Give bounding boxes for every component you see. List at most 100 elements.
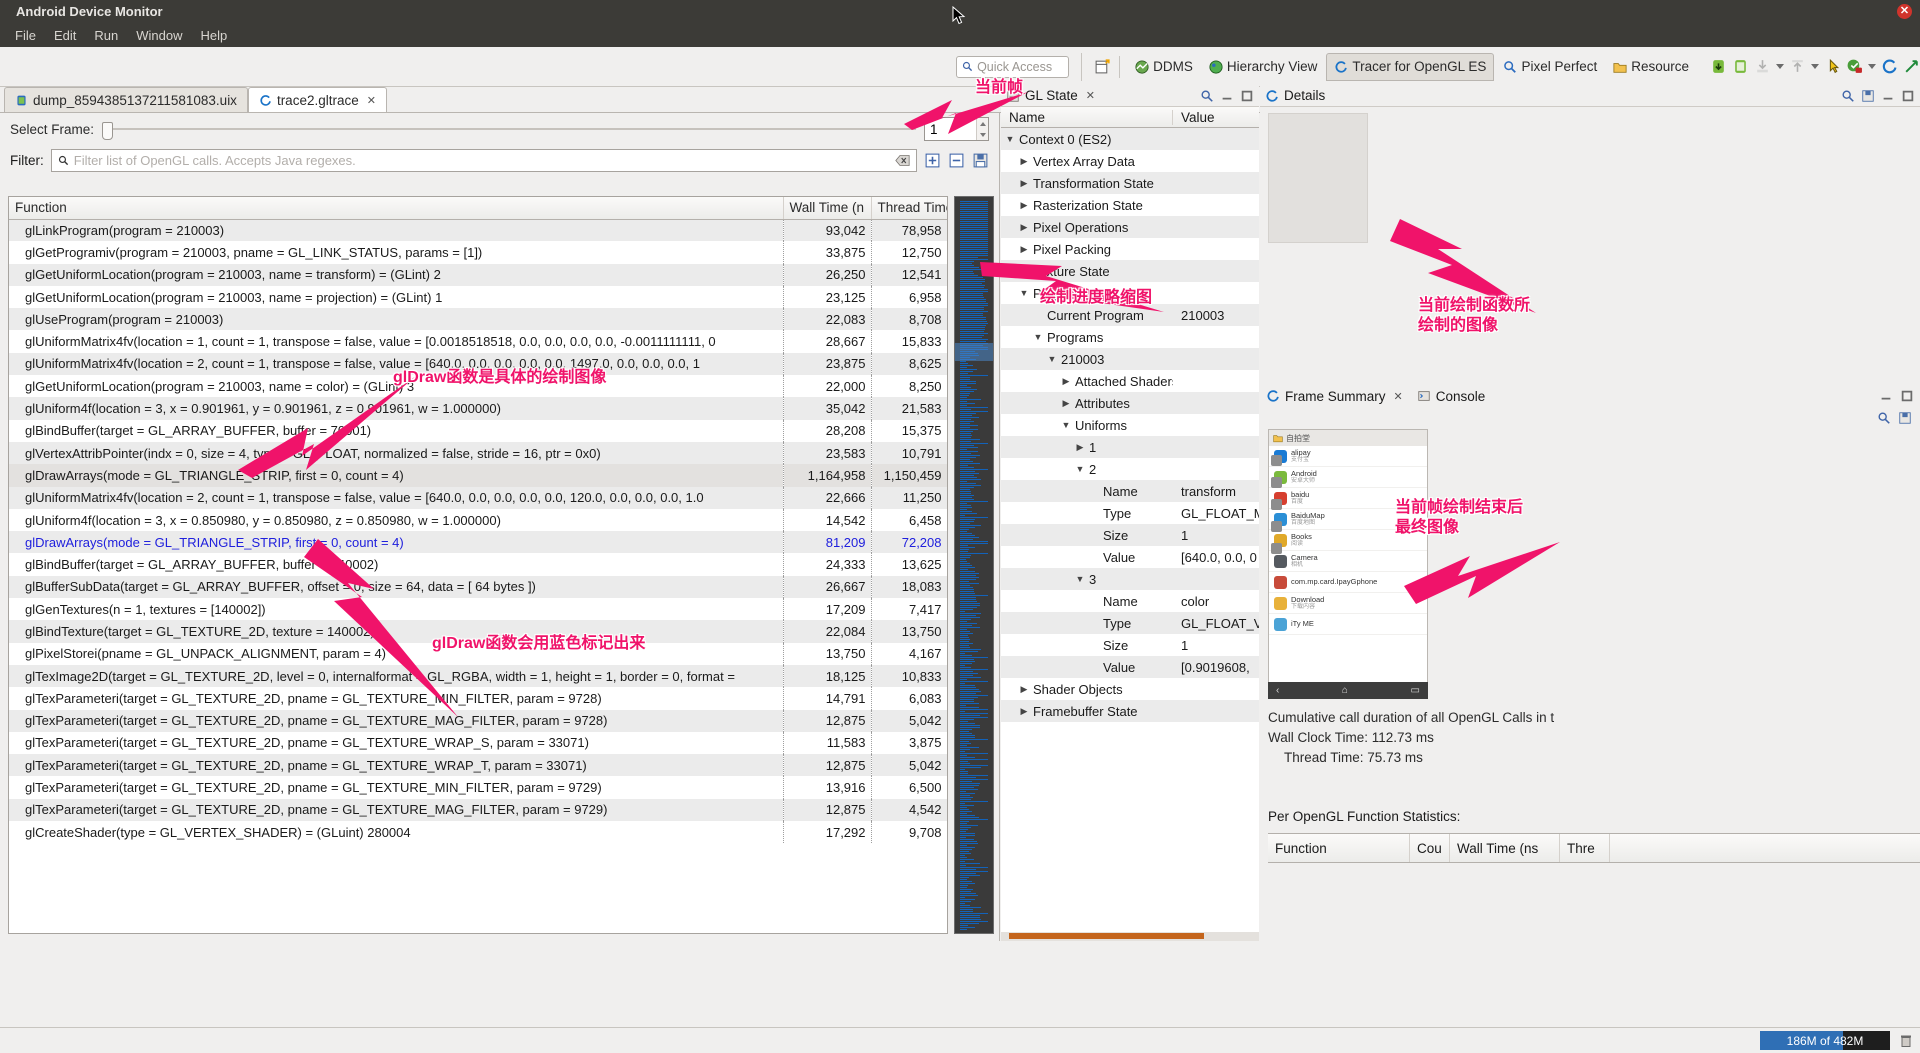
quick-access-box[interactable]: Quick Access: [956, 56, 1069, 78]
table-row[interactable]: glDrawArrays(mode = GL_TRIANGLE_STRIP, f…: [9, 531, 947, 553]
gl-state-tree-row[interactable]: ▶Transformation State: [1001, 172, 1259, 194]
clear-icon[interactable]: [895, 154, 910, 167]
gl-state-tree-row[interactable]: ▶Attached Shaders: [1001, 370, 1259, 392]
maximize-icon-frame-summary[interactable]: [1900, 389, 1914, 403]
caret-down-icon[interactable]: [1776, 64, 1784, 69]
column-header-function[interactable]: Function: [9, 197, 783, 219]
chevron-right-icon[interactable]: ▶: [1019, 200, 1029, 211]
perspective-ddms[interactable]: DDMS: [1128, 53, 1200, 81]
gl-state-tree-row[interactable]: ▶Attributes: [1001, 392, 1259, 414]
table-row[interactable]: glBindBuffer(target = GL_ARRAY_BUFFER, b…: [9, 420, 947, 442]
table-row[interactable]: glGetUniformLocation(program = 210003, n…: [9, 286, 947, 308]
device-screen-icon[interactable]: [1732, 58, 1749, 75]
maximize-icon-details[interactable]: [1901, 89, 1915, 103]
back-icon[interactable]: ‹: [1276, 685, 1279, 696]
gl-state-tree-row[interactable]: ▼3: [1001, 568, 1259, 590]
minimize-icon[interactable]: [1220, 89, 1234, 103]
table-row[interactable]: glVertexAttribPointer(indx = 0, size = 4…: [9, 442, 947, 464]
table-row[interactable]: glUniformMatrix4fv(location = 1, count =…: [9, 330, 947, 352]
menu-item-window[interactable]: Window: [127, 26, 191, 45]
device-download-icon[interactable]: [1710, 58, 1727, 75]
chevron-right-icon[interactable]: ▶: [1075, 442, 1085, 453]
gl-state-tree-row[interactable]: ▶Rasterization State: [1001, 194, 1259, 216]
gl-state-tree-row[interactable]: Nametransform: [1001, 480, 1259, 502]
frame-slider[interactable]: [102, 122, 916, 136]
minimize-icon-frame-summary[interactable]: [1879, 389, 1893, 403]
chevron-right-icon[interactable]: ▶: [1019, 684, 1029, 695]
caret-down-icon-3[interactable]: [1868, 64, 1876, 69]
gl-state-tree-row[interactable]: ▶Framebuffer State: [1001, 700, 1259, 722]
menu-item-run[interactable]: Run: [85, 26, 127, 45]
table-row[interactable]: glUniform4f(location = 3, x = 0.901961, …: [9, 397, 947, 419]
gl-state-tree-row[interactable]: TypeGL_FLOAT_V: [1001, 612, 1259, 634]
table-row[interactable]: glTexParameteri(target = GL_TEXTURE_2D, …: [9, 776, 947, 798]
recents-icon[interactable]: ▭: [1411, 685, 1420, 696]
menu-item-help[interactable]: Help: [191, 26, 236, 45]
save-icon-frame-summary[interactable]: [1898, 411, 1912, 425]
close-icon-frame-summary[interactable]: ✕: [1394, 390, 1403, 403]
zoom-icon-frame-summary[interactable]: [1877, 411, 1891, 425]
editor-tab-uix-dump[interactable]: dump_8594385137211581083.uix: [4, 87, 248, 112]
zoom-icon[interactable]: [1200, 89, 1214, 103]
perfn-column-thread[interactable]: Thre: [1560, 834, 1610, 862]
table-row[interactable]: glTexParameteri(target = GL_TEXTURE_2D, …: [9, 754, 947, 776]
gl-state-tree-row[interactable]: Size1: [1001, 524, 1259, 546]
caret-down-icon-2[interactable]: [1811, 64, 1819, 69]
gl-state-tree-row[interactable]: Value[640.0, 0.0, 0: [1001, 546, 1259, 568]
perspective-hierarchy-view[interactable]: Hierarchy View: [1202, 53, 1325, 81]
gl-state-tree-row[interactable]: TypeGL_FLOAT_M: [1001, 502, 1259, 524]
perfn-column-wall-time[interactable]: Wall Time (ns: [1450, 834, 1560, 862]
perspective-resource[interactable]: Resource: [1606, 53, 1696, 81]
debug-icon[interactable]: [1846, 58, 1863, 75]
gl-state-horizontal-scrollbar[interactable]: [1001, 932, 1259, 941]
chevron-down-icon[interactable]: ▼: [1075, 574, 1085, 584]
new-window-icon[interactable]: [1094, 58, 1111, 75]
heap-status-indicator[interactable]: 186M of 482M: [1760, 1031, 1890, 1050]
editor-tab-gltrace[interactable]: trace2.gltrace ✕: [248, 87, 387, 112]
table-row[interactable]: glGenTextures(n = 1, textures = [140002]…: [9, 598, 947, 620]
trash-icon[interactable]: [1898, 1032, 1914, 1049]
chevron-down-icon[interactable]: ▼: [1075, 464, 1085, 474]
gl-state-tree-row[interactable]: ▶Vertex Array Data: [1001, 150, 1259, 172]
chevron-right-icon[interactable]: ▶: [1061, 376, 1071, 387]
gl-state-tree-row[interactable]: Size1: [1001, 634, 1259, 656]
scrollbar-thumb[interactable]: [1009, 933, 1204, 939]
table-row[interactable]: glTexParameteri(target = GL_TEXTURE_2D, …: [9, 732, 947, 754]
launch-icon[interactable]: [1903, 58, 1920, 75]
table-row[interactable]: glLinkProgram(program = 210003)93,04278,…: [9, 219, 947, 241]
column-header-wall-time[interactable]: Wall Time (n: [783, 197, 871, 219]
table-row[interactable]: glGetUniformLocation(program = 210003, n…: [9, 264, 947, 286]
table-row[interactable]: glTexParameteri(target = GL_TEXTURE_2D, …: [9, 687, 947, 709]
zoom-icon-details[interactable]: [1841, 89, 1855, 103]
gl-state-tree-row[interactable]: ▼2: [1001, 458, 1259, 480]
expand-all-icon[interactable]: [924, 152, 941, 169]
tab-frame-summary[interactable]: Frame Summary ✕: [1266, 389, 1403, 404]
menu-item-file[interactable]: File: [6, 26, 45, 45]
table-row[interactable]: glDrawArrays(mode = GL_TRIANGLE_STRIP, f…: [9, 464, 947, 486]
table-row[interactable]: glBindBuffer(target = GL_ARRAY_BUFFER, b…: [9, 553, 947, 575]
perspective-pixel-perfect[interactable]: Pixel Perfect: [1496, 53, 1604, 81]
opengl-calls-table[interactable]: Function Wall Time (n Thread Time glLink…: [8, 196, 948, 934]
chevron-right-icon[interactable]: ▶: [1019, 178, 1029, 189]
close-icon-tab[interactable]: ✕: [367, 94, 376, 107]
gl-state-tree-row[interactable]: ▶Pixel Operations: [1001, 216, 1259, 238]
close-icon[interactable]: ✕: [1897, 4, 1912, 19]
chevron-down-icon[interactable]: ▼: [1033, 332, 1043, 342]
column-header-thread-time[interactable]: Thread Time: [871, 197, 947, 219]
chevron-right-icon[interactable]: ▶: [1061, 398, 1071, 409]
table-row[interactable]: glTexParameteri(target = GL_TEXTURE_2D, …: [9, 710, 947, 732]
gl-state-tree[interactable]: ▼Context 0 (ES2)▶Vertex Array Data▶Trans…: [1001, 128, 1259, 932]
home-icon[interactable]: ⌂: [1342, 685, 1348, 696]
tab-console[interactable]: Console: [1417, 389, 1486, 404]
perspective-tracer-opengl-es[interactable]: Tracer for OpenGL ES: [1326, 53, 1494, 81]
minimize-icon-details[interactable]: [1881, 89, 1895, 103]
chevron-right-icon[interactable]: ▶: [1019, 706, 1029, 717]
gl-state-tree-row[interactable]: ▼210003: [1001, 348, 1259, 370]
perfn-column-function[interactable]: Function: [1268, 834, 1410, 862]
gl-state-tree-row[interactable]: ▶1: [1001, 436, 1259, 458]
gl-state-tree-row[interactable]: Namecolor: [1001, 590, 1259, 612]
list-item[interactable]: Android安卓大师: [1269, 467, 1427, 488]
table-row[interactable]: glTexParameteri(target = GL_TEXTURE_2D, …: [9, 799, 947, 821]
table-row[interactable]: glGetProgramiv(program = 210003, pname =…: [9, 241, 947, 263]
chevron-right-icon[interactable]: ▶: [1019, 222, 1029, 233]
